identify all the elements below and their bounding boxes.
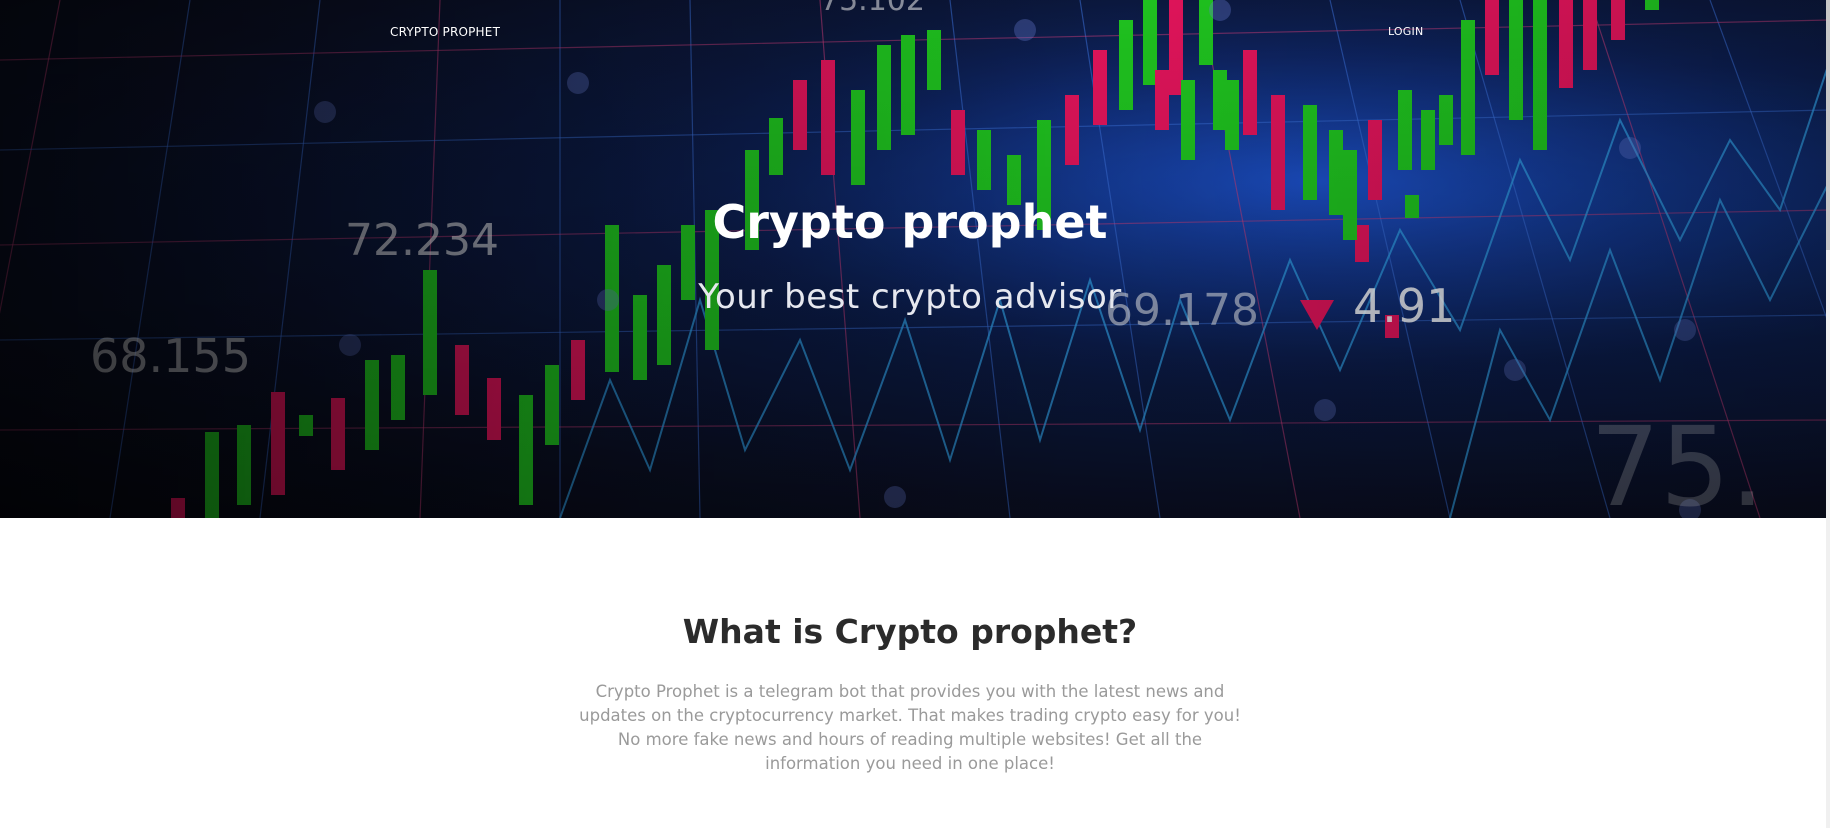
page-scrollbar-thumb[interactable] [1826, 0, 1830, 250]
trading-chart-background-image: 75.10272.23468.15569.1784.9175. [0, 0, 1830, 518]
hero-subtitle: Your best crypto advisor [698, 277, 1122, 317]
page: 75.10272.23468.15569.1784.9175. CRYPTO P… [0, 0, 1830, 828]
about-title: What is Crypto prophet? [682, 612, 1138, 651]
nav-brand-link[interactable]: CRYPTO PROPHET [390, 25, 500, 39]
hero-title: Crypto prophet [712, 195, 1108, 249]
nav-login-link[interactable]: LOGIN [1388, 25, 1423, 38]
about-description: Crypto Prophet is a telegram bot that pr… [579, 682, 1241, 773]
hero-section: 75.10272.23468.15569.1784.9175. CRYPTO P… [0, 0, 1830, 518]
